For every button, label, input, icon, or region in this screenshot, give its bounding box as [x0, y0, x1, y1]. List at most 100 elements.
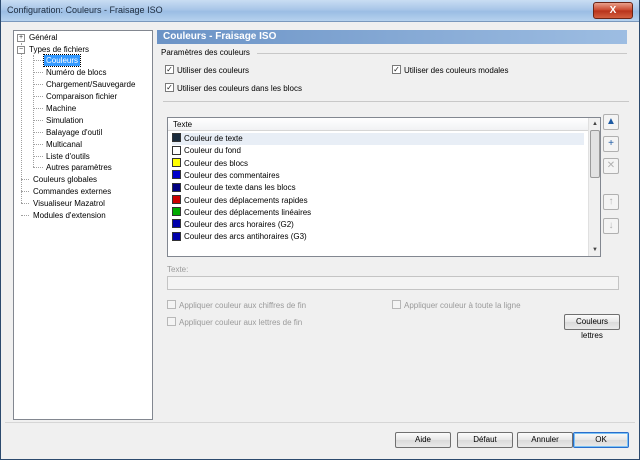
- collapse-icon[interactable]: −: [17, 46, 25, 54]
- delete-icon: ✕: [606, 160, 616, 171]
- color-list-item[interactable]: Couleur des arcs antihoraires (G3): [172, 231, 584, 243]
- text-label: Texte:: [167, 265, 189, 274]
- tree-item-file-types[interactable]: Types de fichiers: [29, 44, 89, 55]
- color-swatch: [172, 219, 181, 229]
- color-item-label: Couleur des blocs: [184, 158, 249, 168]
- cancel-button[interactable]: Annuler: [517, 432, 573, 448]
- add-icon: +: [608, 138, 614, 149]
- checkmark-icon: ✓: [165, 83, 174, 93]
- checkmark-icon: ✓: [165, 65, 174, 75]
- color-item-label: Couleur des arcs antihoraires (G3): [184, 232, 307, 242]
- tree-item-extension-modules[interactable]: Modules d'extension: [33, 210, 106, 221]
- color-swatch: [172, 231, 181, 241]
- apply-end-digits-label: Appliquer couleur aux chiffres de fin: [179, 301, 307, 310]
- color-item-label: Couleur de texte dans les blocs: [184, 183, 296, 193]
- tree-item-general[interactable]: Général: [29, 32, 57, 43]
- color-item-label: Couleur des commentaires: [184, 170, 280, 180]
- checkbox-icon: [167, 317, 176, 327]
- panel-title: Couleurs - Fraisage ISO: [163, 31, 277, 42]
- scroll-thumb[interactable]: [590, 130, 600, 178]
- scroll-down-icon[interactable]: ▼: [590, 245, 600, 255]
- color-list-item[interactable]: Couleur de texte dans les blocs: [172, 182, 584, 194]
- delete-button[interactable]: ✕: [603, 158, 619, 174]
- color-item-label: Couleur des déplacements linéaires: [184, 207, 312, 217]
- scroll-up-icon[interactable]: ▲: [590, 119, 600, 129]
- add-button[interactable]: +: [603, 136, 619, 152]
- color-swatch: [172, 194, 181, 204]
- title-bar[interactable]: Configuration: Couleurs - Fraisage ISO X: [1, 0, 639, 22]
- color-list-item[interactable]: Couleur des déplacements rapides: [172, 194, 584, 207]
- tree-line: [21, 179, 29, 180]
- color-list-item[interactable]: Couleur des commentaires: [172, 170, 584, 182]
- tree-item-colors[interactable]: Couleurs: [42, 54, 82, 67]
- color-list[interactable]: Texte Couleur de texte Couleur du fond Cou…: [167, 117, 601, 257]
- move-down-button[interactable]: ↓: [603, 218, 619, 234]
- tree-line: [33, 84, 43, 85]
- list-scrollbar[interactable]: ▲ ▼: [588, 118, 600, 256]
- arrow-down-icon: ↓: [608, 220, 614, 231]
- close-button[interactable]: X: [593, 2, 633, 19]
- expand-icon[interactable]: +: [17, 34, 25, 42]
- use-colors-label: Utiliser des couleurs: [177, 66, 250, 75]
- tree-item-tool-list[interactable]: Liste d'outils: [46, 151, 90, 162]
- color-item-label: Couleur de texte: [184, 134, 243, 143]
- tree-line: [33, 96, 43, 97]
- use-modal-colors-label: Utiliser des couleurs modales: [404, 66, 509, 75]
- window-title: Configuration: Couleurs - Fraisage ISO: [7, 5, 163, 15]
- color-list-item[interactable]: Couleur des blocs: [172, 157, 584, 170]
- apply-end-digits-checkbox[interactable]: Appliquer couleur aux chiffres de fin: [167, 300, 306, 311]
- tree-item-load-save[interactable]: Chargement/Sauvegarde: [46, 79, 135, 90]
- tree-line: [33, 60, 43, 61]
- footer-separator: [5, 422, 635, 423]
- sort-button[interactable]: ▲: [603, 114, 619, 130]
- checkbox-icon: [167, 300, 176, 310]
- apply-whole-line-checkbox[interactable]: Appliquer couleur à toute la ligne: [392, 300, 521, 311]
- arrow-up-icon: ↑: [608, 196, 614, 207]
- tree-item-simulation[interactable]: Simulation: [46, 115, 83, 126]
- tree-line: [33, 167, 43, 168]
- tree-item-global-colors[interactable]: Couleurs globales: [33, 174, 97, 185]
- tree-item-block-numbers[interactable]: Numéro de blocs: [46, 67, 106, 78]
- color-list-item[interactable]: Couleur du fond: [172, 145, 584, 157]
- text-input[interactable]: [167, 276, 619, 290]
- checkmark-icon: ✓: [392, 65, 401, 75]
- tree-item-external-commands[interactable]: Commandes externes: [33, 186, 111, 197]
- list-header-label: Texte: [173, 120, 193, 129]
- tree-line: [33, 156, 43, 157]
- tree-item-mazatrol-viewer[interactable]: Visualiseur Mazatrol: [33, 198, 105, 209]
- apply-end-letters-checkbox[interactable]: Appliquer couleur aux lettres de fin: [167, 317, 302, 328]
- color-list-item[interactable]: Couleur de texte: [172, 133, 584, 145]
- tree-line: [33, 72, 43, 73]
- tree-line: [21, 203, 29, 204]
- tree-line: [33, 120, 43, 121]
- color-item-label: Couleur du fond: [184, 146, 241, 156]
- panel-header: Couleurs - Fraisage ISO: [157, 30, 627, 44]
- list-header[interactable]: Texte: [168, 118, 588, 131]
- color-swatch: [172, 145, 181, 155]
- sort-icon: ▲: [606, 116, 616, 127]
- letter-colors-button[interactable]: Couleurs lettres: [564, 314, 620, 340]
- color-list-item[interactable]: Couleur des arcs horaires (G2): [172, 219, 584, 231]
- checkbox-icon: [392, 300, 401, 310]
- tree-item-machine[interactable]: Machine: [46, 103, 76, 114]
- move-up-button[interactable]: ↑: [603, 194, 619, 210]
- tree-item-other-params[interactable]: Autres paramètres: [46, 162, 112, 173]
- use-modal-colors-checkbox[interactable]: ✓ Utiliser des couleurs modales: [392, 65, 509, 76]
- use-colors-checkbox[interactable]: ✓ Utiliser des couleurs: [165, 65, 249, 76]
- config-window: Configuration: Couleurs - Fraisage ISO X…: [0, 0, 640, 460]
- tree-line: [33, 132, 43, 133]
- help-button[interactable]: Aide: [395, 432, 451, 448]
- tree-item-file-compare[interactable]: Comparaison fichier: [46, 91, 117, 102]
- settings-tree: + Général − Types de fichiers Couleurs N…: [13, 30, 153, 420]
- color-swatch: [172, 207, 181, 217]
- default-button[interactable]: Défaut: [457, 432, 513, 448]
- separator: [163, 101, 629, 102]
- group-separator: [257, 53, 627, 54]
- use-block-colors-checkbox[interactable]: ✓ Utiliser des couleurs dans les blocs: [165, 83, 302, 94]
- color-list-item[interactable]: Couleur des déplacements linéaires: [172, 207, 584, 219]
- color-swatch: [172, 157, 181, 167]
- color-item-label: Couleur des déplacements rapides: [184, 195, 308, 205]
- tree-item-tool-sweep[interactable]: Balayage d'outil: [46, 127, 102, 138]
- ok-button[interactable]: OK: [573, 432, 629, 448]
- tree-item-multichannel[interactable]: Multicanal: [46, 139, 82, 150]
